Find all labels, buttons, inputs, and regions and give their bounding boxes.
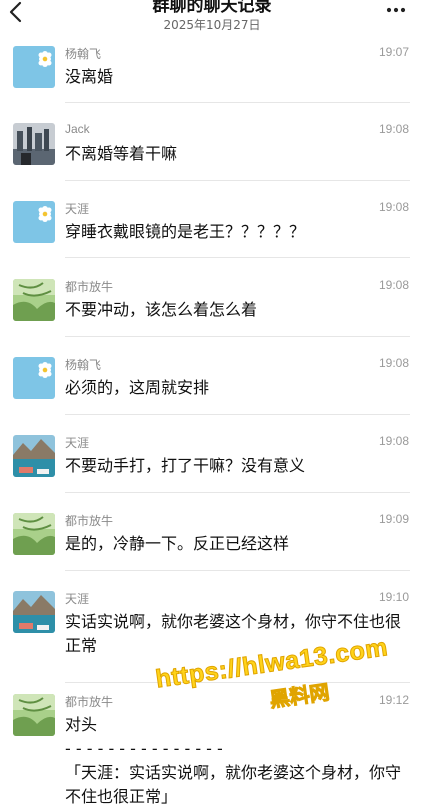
divider (65, 492, 410, 493)
divider (65, 180, 410, 181)
avatar[interactable] (13, 357, 55, 399)
sender-name: 都市放牛 (65, 280, 114, 294)
header: 群聊的聊天记录 2025年10月27日 (0, 0, 424, 38)
message-text: 是的，冷静一下。反正已经这样 (65, 534, 290, 553)
avatar[interactable] (13, 46, 55, 88)
divider (65, 336, 410, 337)
sender-name: 杨翰飞 (65, 47, 102, 61)
avatar[interactable] (13, 279, 55, 321)
message-time: 19:08 (378, 200, 409, 214)
avatar[interactable] (13, 591, 55, 633)
message-text: 穿睡衣戴眼镜的是老王？？？？？ (65, 222, 306, 241)
avatar[interactable] (13, 435, 55, 477)
sender-name: 都市放牛 (65, 695, 114, 709)
message-text: 不要动手打，打了干嘛？没有意义 (65, 456, 306, 475)
avatar[interactable] (13, 513, 55, 555)
message-time: 19:10 (378, 590, 409, 604)
message-text: 不要冲动，该怎么着怎么着 (65, 300, 258, 319)
sender-name: 杨翰飞 (65, 358, 102, 372)
message-text: 必须的，这周就安排 (65, 378, 210, 397)
sender-name: 天涯 (65, 592, 90, 606)
sender-name: 天涯 (65, 436, 90, 450)
message-time: 19:08 (378, 434, 409, 448)
more-button[interactable] (386, 2, 406, 18)
sender-name: Jack (65, 122, 90, 136)
watermark-name: 黑料网 (268, 679, 332, 712)
sender-name: 天涯 (65, 202, 90, 216)
message-time: 19:08 (378, 278, 409, 292)
daisy-icon (13, 201, 55, 243)
daisy-icon (13, 46, 55, 88)
avatar[interactable] (13, 123, 55, 165)
avatar[interactable] (13, 201, 55, 243)
divider (65, 257, 410, 258)
page-title: 群聊的聊天记录 (152, 0, 272, 16)
page-date: 2025年10月27日 (163, 18, 261, 32)
message-time: 19:08 (378, 356, 409, 370)
palm-photo-icon (13, 513, 55, 555)
message-time: 19:09 (378, 512, 409, 526)
divider (65, 570, 410, 571)
divider (65, 414, 410, 415)
city-photo-icon (13, 123, 55, 165)
lake-photo-icon (13, 591, 55, 633)
lake-photo-icon (13, 435, 55, 477)
message-time: 19:08 (378, 122, 409, 136)
daisy-icon (13, 357, 55, 399)
sender-name: 都市放牛 (65, 514, 114, 528)
message-text: 没离婚 (65, 67, 114, 86)
more-dots-icon (386, 7, 406, 13)
divider (65, 102, 410, 103)
palm-photo-icon (13, 694, 55, 736)
message-time: 19:07 (378, 45, 409, 59)
message-text: 不离婚等着干嘛 (65, 144, 178, 163)
palm-photo-icon (13, 279, 55, 321)
avatar[interactable] (13, 694, 55, 736)
